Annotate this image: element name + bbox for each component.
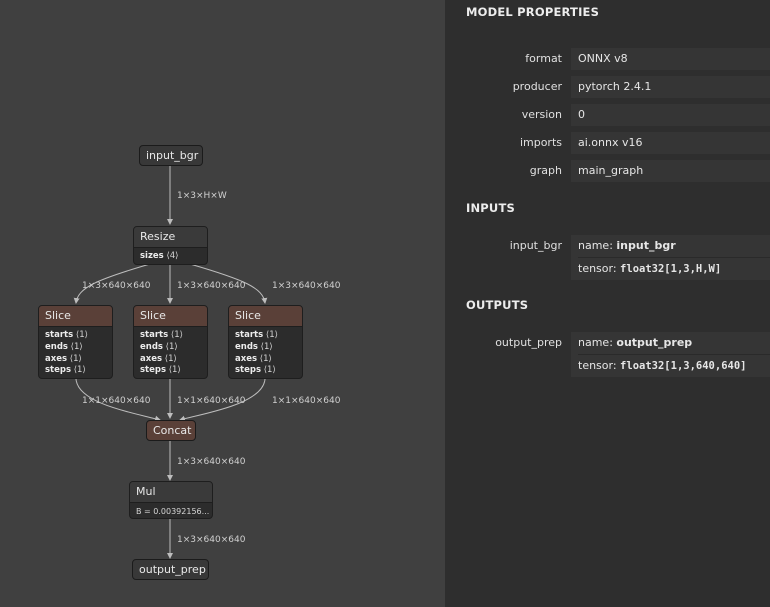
node-resize-title: Resize <box>134 227 207 247</box>
attr-steps-name: steps <box>45 365 72 376</box>
input-name-label: name: <box>578 239 617 252</box>
property-key: producer <box>512 80 562 93</box>
property-version: version 0 <box>445 104 770 126</box>
input-tensor-line: tensor: float32[1,3,H,W] <box>578 257 770 280</box>
input-name: input_bgr <box>616 239 676 252</box>
input-tensor-type: float32[1,3,H,W] <box>620 263 722 275</box>
edge-label-mul-output: 1×3×640×640 <box>177 535 246 545</box>
attr-ends-name: ends <box>45 341 68 352</box>
input-key: input_bgr <box>509 239 562 252</box>
property-producer: producer pytorch 2.4.1 <box>445 76 770 98</box>
model-properties-panel: MODEL PROPERTIES format ONNX v8 producer… <box>445 0 770 607</box>
attr-axes-value: ⟨1⟩ <box>259 353 272 364</box>
property-graph: graph main_graph <box>445 160 770 182</box>
property-format: format ONNX v8 <box>445 48 770 70</box>
node-slice-3-title: Slice <box>229 306 302 326</box>
graph-edges <box>73 166 268 559</box>
node-input[interactable]: input_bgr <box>139 145 203 166</box>
attr-axes-value: ⟨1⟩ <box>69 353 82 364</box>
edge-label-resize-slice-3: 1×3×640×640 <box>272 281 341 291</box>
property-key: version <box>521 108 562 121</box>
node-slice-2-attrs: starts ⟨1⟩ ends ⟨1⟩ axes ⟨1⟩ steps ⟨1⟩ <box>134 326 207 380</box>
property-value[interactable]: pytorch 2.4.1 <box>571 76 770 98</box>
output-tensor-label: tensor: <box>578 359 621 372</box>
node-concat[interactable]: Concat <box>146 420 196 441</box>
edge-label-concat-mul: 1×3×640×640 <box>177 457 246 467</box>
output-tensor-line: tensor: float32[1,3,640,640] <box>578 354 770 377</box>
attr-starts-name: starts <box>45 330 74 340</box>
property-value[interactable]: ai.onnx v16 <box>571 132 770 154</box>
output-detail[interactable]: name: output_prep tensor: float32[1,3,64… <box>571 332 770 377</box>
node-slice-1-attrs: starts ⟨1⟩ ends ⟨1⟩ axes ⟨1⟩ steps ⟨1⟩ <box>39 326 112 380</box>
attr-axes-name: axes <box>140 353 163 364</box>
property-key: imports <box>519 136 562 149</box>
node-resize[interactable]: Resize sizes ⟨4⟩ <box>133 226 208 265</box>
attr-ends-name: ends <box>140 341 163 352</box>
attr-ends-value: ⟨1⟩ <box>260 341 273 352</box>
attr-axes-name: axes <box>235 353 258 364</box>
attr-steps-value: ⟨1⟩ <box>263 365 276 376</box>
output-name: output_prep <box>616 336 693 349</box>
input-detail[interactable]: name: input_bgr tensor: float32[1,3,H,W] <box>571 235 770 280</box>
output-name-line: name: output_prep <box>578 332 770 354</box>
attr-axes-value: ⟨1⟩ <box>164 353 177 364</box>
node-slice-3[interactable]: Slice starts ⟨1⟩ ends ⟨1⟩ axes ⟨1⟩ steps… <box>228 305 303 379</box>
edge-label-slice-1-concat: 1×1×640×640 <box>82 396 151 406</box>
attr-starts-value: ⟨1⟩ <box>265 330 278 340</box>
output-key: output_prep <box>495 336 562 349</box>
attr-starts-value: ⟨1⟩ <box>170 330 183 340</box>
node-output-label: output_prep <box>139 563 206 576</box>
attr-steps-value: ⟨1⟩ <box>73 365 86 376</box>
property-value[interactable]: 0 <box>571 104 770 126</box>
edge-label-slice-2-concat: 1×1×640×640 <box>177 396 246 406</box>
node-mul-title: Mul <box>130 482 212 502</box>
node-slice-2[interactable]: Slice starts ⟨1⟩ ends ⟨1⟩ axes ⟨1⟩ steps… <box>133 305 208 379</box>
edge-label-slice-3-concat: 1×1×640×640 <box>272 396 341 406</box>
graph-canvas[interactable]: input_bgr 1×3×H×W Resize sizes ⟨4⟩ 1×3×6… <box>0 0 445 607</box>
attr-axes-name: axes <box>45 353 68 364</box>
attr-starts-name: starts <box>235 330 264 340</box>
property-key: graph <box>529 164 562 177</box>
node-slice-1[interactable]: Slice starts ⟨1⟩ ends ⟨1⟩ axes ⟨1⟩ steps… <box>38 305 113 379</box>
attr-steps-name: steps <box>140 365 167 376</box>
node-concat-label: Concat <box>153 424 192 437</box>
edge-label-resize-slice-2: 1×3×640×640 <box>177 281 246 291</box>
node-mul[interactable]: Mul B = 0.00392156... <box>129 481 213 519</box>
output-tensor-type: float32[1,3,640,640] <box>620 360 747 372</box>
node-slice-3-attrs: starts ⟨1⟩ ends ⟨1⟩ axes ⟨1⟩ steps ⟨1⟩ <box>229 326 302 380</box>
attr-ends-value: ⟨1⟩ <box>70 341 83 352</box>
outputs-title: OUTPUTS <box>466 298 529 312</box>
output-name-label: name: <box>578 336 617 349</box>
attr-ends-name: ends <box>235 341 258 352</box>
edge-label-resize-slice-1: 1×3×640×640 <box>82 281 151 291</box>
attr-starts-name: starts <box>140 330 169 340</box>
node-slice-2-title: Slice <box>134 306 207 326</box>
attr-sizes-name: sizes <box>140 251 164 261</box>
node-mul-attr: B = 0.00392156... <box>130 502 212 521</box>
node-output[interactable]: output_prep <box>132 559 209 580</box>
attr-steps-value: ⟨1⟩ <box>168 365 181 376</box>
attr-sizes-value: ⟨4⟩ <box>166 251 179 261</box>
node-slice-1-title: Slice <box>39 306 112 326</box>
attr-starts-value: ⟨1⟩ <box>75 330 88 340</box>
edge-label-input-resize: 1×3×H×W <box>177 191 227 201</box>
property-imports: imports ai.onnx v16 <box>445 132 770 154</box>
node-input-label: input_bgr <box>146 149 199 162</box>
property-key: format <box>525 52 562 65</box>
node-resize-attrs: sizes ⟨4⟩ <box>134 247 207 266</box>
model-properties-title: MODEL PROPERTIES <box>466 5 600 19</box>
property-value[interactable]: main_graph <box>571 160 770 182</box>
attr-steps-name: steps <box>235 365 262 376</box>
inputs-title: INPUTS <box>466 201 515 215</box>
property-value[interactable]: ONNX v8 <box>571 48 770 70</box>
attr-ends-value: ⟨1⟩ <box>165 341 178 352</box>
input-tensor-label: tensor: <box>578 262 621 275</box>
input-name-line: name: input_bgr <box>578 235 770 257</box>
